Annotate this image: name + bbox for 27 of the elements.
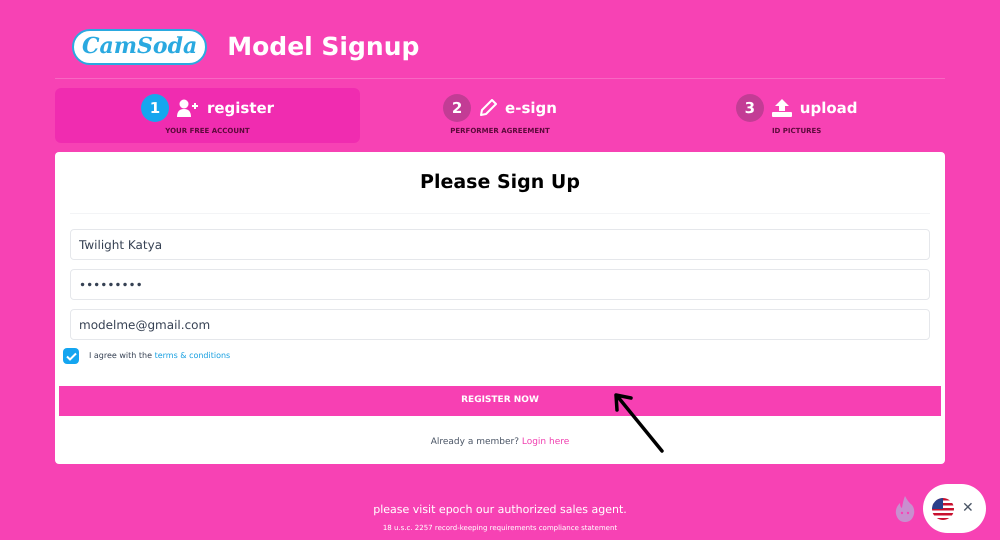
agree-text: I agree with the terms & conditions [89, 350, 230, 362]
step-number: 1 [140, 94, 169, 122]
terms-link[interactable]: terms & conditions [154, 351, 230, 360]
page-title: Model Signup [227, 31, 420, 64]
footer-text: please visit epoch our authorized sales agent. [373, 502, 627, 518]
step-label: upload [800, 98, 858, 119]
close-button[interactable]: ✕ [962, 498, 974, 519]
register-button[interactable]: REGISTER NOW [59, 386, 941, 416]
logo: CamSoda [72, 29, 208, 65]
user-plus-icon [176, 99, 199, 118]
arrow-icon [612, 392, 666, 454]
input-field[interactable]: Twilight Katya [70, 229, 930, 260]
upload-icon [772, 99, 792, 118]
step-number: 2 [443, 94, 472, 122]
checkbox[interactable] [63, 348, 79, 364]
check-icon [66, 352, 76, 360]
login-prompt: Already a member? Login here [430, 436, 570, 449]
login-link[interactable]: Login here [522, 437, 570, 447]
flag-icon[interactable] [932, 498, 954, 520]
input-field[interactable]: modelme@gmail.com [70, 309, 930, 340]
input-field[interactable]: ••••••••• [70, 269, 930, 300]
form-title: Please Sign Up [420, 170, 580, 196]
pencil-icon [479, 99, 498, 118]
step-number: 3 [736, 94, 764, 122]
flame-face-icon [895, 496, 915, 522]
step-label: e-sign [505, 98, 557, 119]
step-label: register [206, 98, 274, 119]
